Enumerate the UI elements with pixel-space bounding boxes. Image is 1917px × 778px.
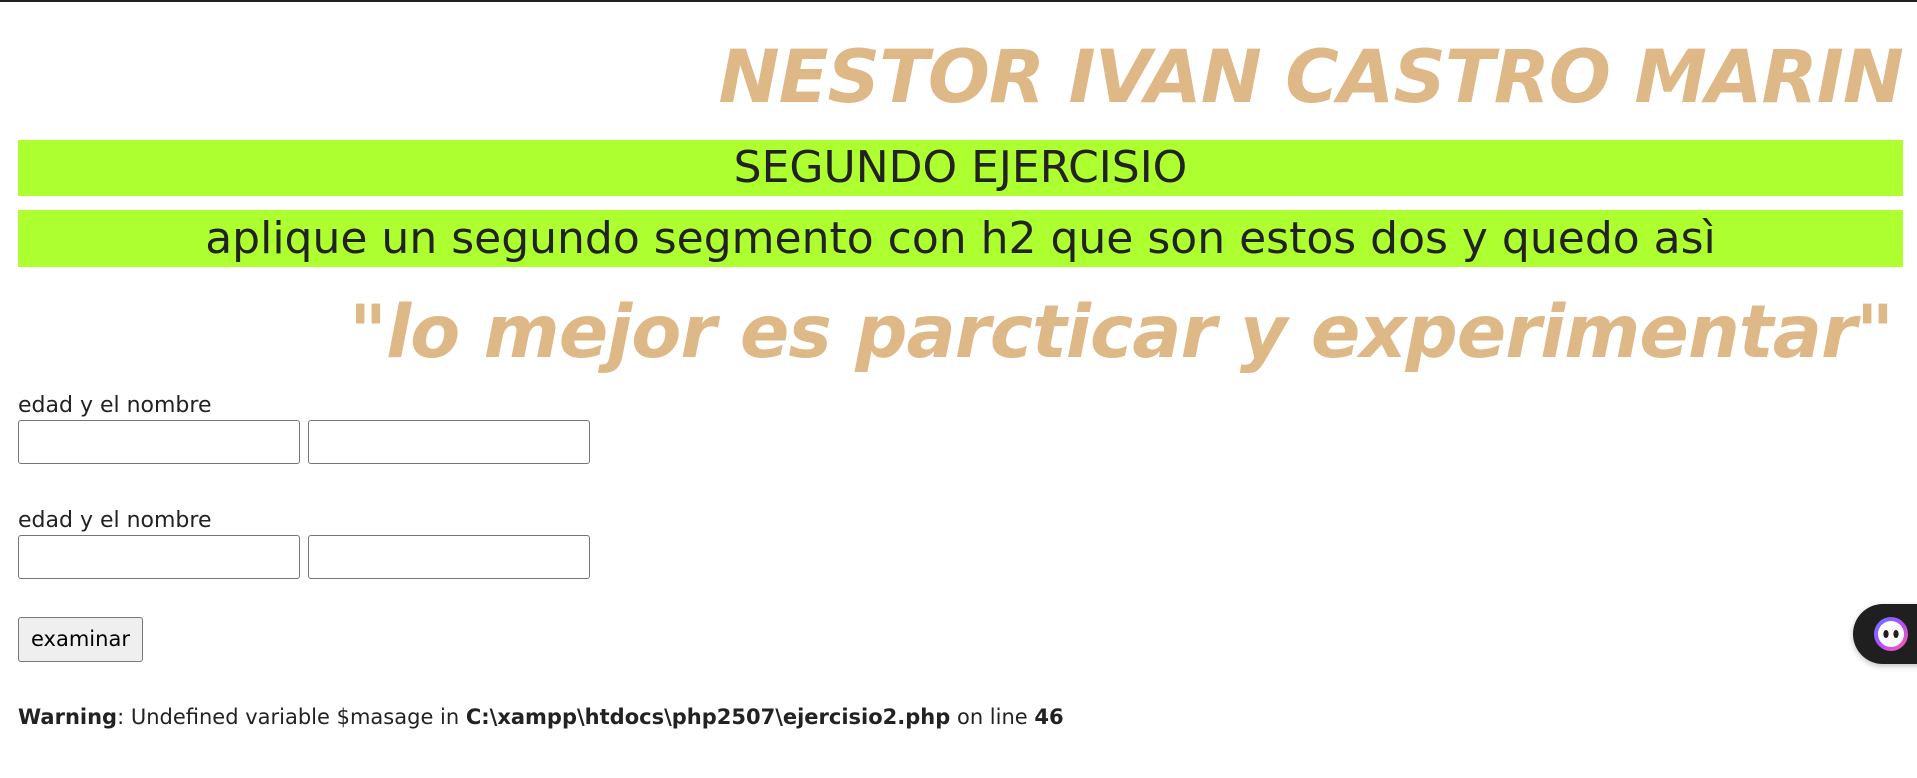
form-group-2-label: edad y el nombre — [18, 508, 212, 533]
warning-line-number: 46 — [1034, 705, 1064, 729]
assistant-face-icon — [1874, 617, 1908, 651]
data-form: edad y el nombre edad y el nombre examin… — [18, 393, 1903, 662]
warning-label: Warning — [18, 705, 118, 729]
warning-message: : Undefined variable $masage in — [117, 705, 466, 729]
form-group-2: edad y el nombre — [18, 508, 1903, 581]
age-input-1[interactable] — [18, 420, 300, 464]
examinar-button[interactable]: examinar — [18, 617, 143, 662]
form-group-2-inputs — [18, 535, 1903, 581]
age-input-2[interactable] — [18, 535, 300, 579]
php-warning: Warning: Undefined variable $masage in C… — [18, 704, 1903, 730]
form-group-1-inputs — [18, 420, 1903, 466]
exercise-subtitle-banner: aplique un segundo segmento con h2 que s… — [18, 210, 1903, 267]
form-group-1-label: edad y el nombre — [18, 393, 212, 418]
exercise-title-banner: SEGUNDO EJERCISIO — [18, 140, 1903, 196]
page-content: NESTOR IVAN CASTRO MARIN SEGUNDO EJERCIS… — [18, 0, 1904, 730]
warning-file-path: C:\xampp\htdocs\php2507\ejercisio2.php — [465, 705, 951, 729]
assistant-widget-button[interactable] — [1853, 604, 1917, 664]
warning-on-line: on line — [950, 705, 1035, 729]
name-input-1[interactable] — [308, 420, 590, 464]
name-input-2[interactable] — [308, 535, 590, 579]
quote-heading: "lo mejor es parcticar y experimentar" — [349, 290, 1894, 375]
author-heading: NESTOR IVAN CASTRO MARIN — [718, 35, 1904, 120]
form-group-1: edad y el nombre — [18, 393, 1903, 466]
